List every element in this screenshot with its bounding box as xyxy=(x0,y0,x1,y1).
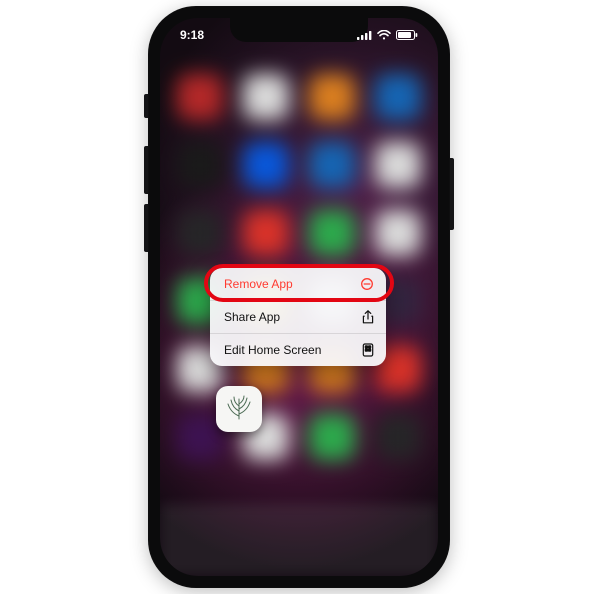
app-context-menu: Remove App Share App Edit Home Screen xyxy=(210,268,386,366)
remove-app-item[interactable]: Remove App xyxy=(210,268,386,300)
status-bar: 9:18 xyxy=(160,26,438,44)
status-time: 9:18 xyxy=(180,28,204,42)
edit-home-icon xyxy=(362,343,374,357)
remove-app-label: Remove App xyxy=(224,277,293,291)
wifi-icon xyxy=(377,30,391,40)
volume-down-button xyxy=(144,204,148,252)
share-app-item[interactable]: Share App xyxy=(210,300,386,333)
device-screen: 9:18 Remove App S xyxy=(160,18,438,576)
iphone-device-frame: 9:18 Remove App S xyxy=(148,6,450,588)
volume-up-button xyxy=(144,146,148,194)
cellular-signal-icon xyxy=(357,30,372,40)
dock-blurred xyxy=(160,504,438,576)
focused-app-icon[interactable] xyxy=(216,386,262,432)
minus-circle-icon xyxy=(360,277,374,291)
share-icon xyxy=(362,310,374,324)
silence-switch xyxy=(144,94,148,118)
edit-home-screen-item[interactable]: Edit Home Screen xyxy=(210,333,386,366)
share-app-label: Share App xyxy=(224,310,280,324)
battery-icon xyxy=(396,30,418,40)
edit-home-screen-label: Edit Home Screen xyxy=(224,343,321,357)
side-button xyxy=(450,158,454,230)
status-indicators xyxy=(357,30,418,40)
